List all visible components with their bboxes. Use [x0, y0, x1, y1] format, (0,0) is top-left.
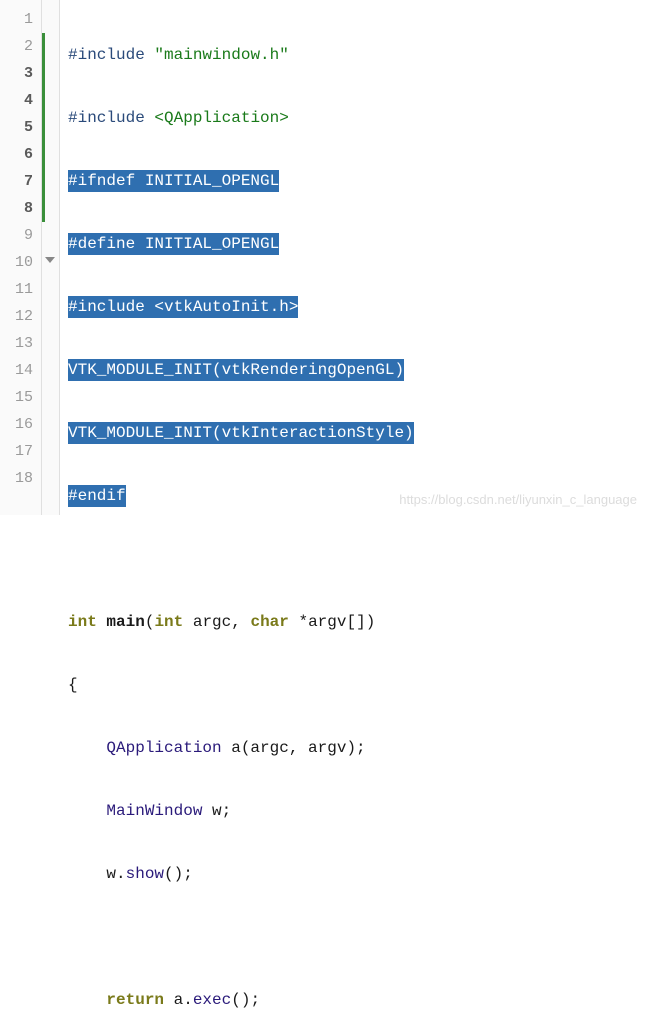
- code-line: QApplication a(argc, argv);: [68, 735, 649, 762]
- change-bar: [42, 87, 45, 114]
- code-line: #ifndef INITIAL_OPENGL: [68, 168, 649, 195]
- code-line: w.show();: [68, 861, 649, 888]
- selected-text: VTK_MODULE_INIT(vtkRenderingOpenGL): [68, 359, 404, 381]
- line-number: 10: [0, 249, 41, 276]
- line-number: 2: [0, 33, 41, 60]
- code-line: return a.exec();: [68, 987, 649, 1014]
- line-number: 16: [0, 411, 41, 438]
- selected-text: VTK_MODULE_INIT(vtkInteractionStyle): [68, 422, 414, 444]
- fold-toggle-icon[interactable]: [45, 257, 55, 263]
- line-number: 4: [0, 87, 41, 114]
- change-bar: [42, 168, 45, 195]
- code-line: MainWindow w;: [68, 798, 649, 825]
- watermark: https://blog.csdn.net/liyunxin_c_languag…: [399, 492, 637, 507]
- line-number: 12: [0, 303, 41, 330]
- line-number: 9: [0, 222, 41, 249]
- selected-text: #endif: [68, 485, 126, 507]
- line-number: 8: [0, 195, 41, 222]
- selected-text: #ifndef INITIAL_OPENGL: [68, 170, 279, 192]
- change-bar: [42, 141, 45, 168]
- code-line: VTK_MODULE_INIT(vtkRenderingOpenGL): [68, 357, 649, 384]
- line-number: 17: [0, 438, 41, 465]
- selected-text: #define INITIAL_OPENGL: [68, 233, 279, 255]
- line-number: 3: [0, 60, 41, 87]
- line-number: 18: [0, 465, 41, 492]
- code-line: #include "mainwindow.h": [68, 42, 649, 69]
- line-number: 14: [0, 357, 41, 384]
- line-number: 1: [0, 6, 41, 33]
- code-line: #include <QApplication>: [68, 105, 649, 132]
- code-line: VTK_MODULE_INIT(vtkInteractionStyle): [68, 420, 649, 447]
- change-bar: [42, 33, 45, 60]
- selected-text: #include <vtkAutoInit.h>: [68, 296, 298, 318]
- code-line: #include <vtkAutoInit.h>: [68, 294, 649, 321]
- line-number: 6: [0, 141, 41, 168]
- code-line: #define INITIAL_OPENGL: [68, 231, 649, 258]
- fold-gutter: [42, 0, 60, 515]
- code-area[interactable]: #include "mainwindow.h" #include <QAppli…: [60, 0, 649, 515]
- code-line: [68, 546, 649, 573]
- line-number: 7: [0, 168, 41, 195]
- code-editor: 1 2 3 4 5 6 7 8 9 10 11 12 13 14 15 16 1…: [0, 0, 649, 515]
- code-line: {: [68, 672, 649, 699]
- line-number: 11: [0, 276, 41, 303]
- change-bar: [42, 60, 45, 87]
- change-bar: [42, 195, 45, 222]
- line-number: 15: [0, 384, 41, 411]
- line-number-gutter: 1 2 3 4 5 6 7 8 9 10 11 12 13 14 15 16 1…: [0, 0, 42, 515]
- change-bar: [42, 114, 45, 141]
- line-number: 5: [0, 114, 41, 141]
- code-line: int main(int argc, char *argv[]): [68, 609, 649, 636]
- line-number: 13: [0, 330, 41, 357]
- code-line: [68, 924, 649, 951]
